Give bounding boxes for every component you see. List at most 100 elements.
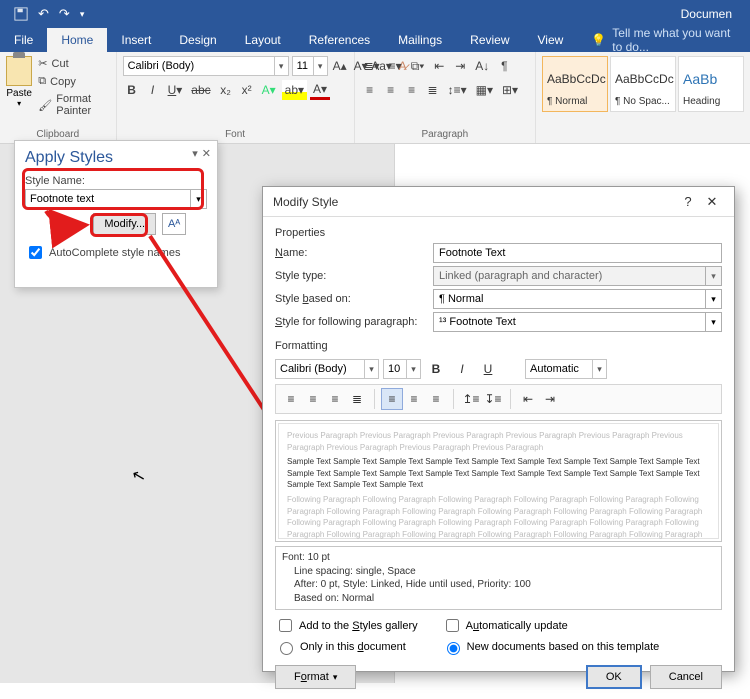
decrease-indent-button[interactable]: ⇤ [430, 56, 448, 76]
bullets-button[interactable]: ≣▾ [361, 56, 383, 76]
modify-style-dialog: Modify Style ? ✕ Properties Name: Footno… [262, 186, 735, 672]
dlg-increase-indent-button[interactable]: ⇥ [539, 388, 561, 410]
new-documents-radio[interactable]: New documents based on this template [442, 639, 660, 655]
modify-button[interactable]: Modify... [93, 213, 156, 235]
autocomplete-checkbox[interactable]: AutoComplete style names [25, 243, 207, 262]
dlg-italic-button[interactable]: I [451, 358, 473, 380]
style-description: Font: 10 pt Line spacing: single, Space … [275, 546, 722, 610]
tab-mailings[interactable]: Mailings [384, 28, 456, 52]
dlg-font-name-combo[interactable]: ▾ [275, 359, 379, 379]
highlight-button[interactable]: ab▾ [282, 80, 307, 100]
chevron-down-icon[interactable]: ▾ [364, 360, 378, 378]
dlg-font-size-combo[interactable]: ▾ [383, 359, 421, 379]
dlg-decrease-indent-button[interactable]: ⇤ [517, 388, 539, 410]
borders-button[interactable]: ⊞▾ [499, 80, 521, 100]
align-center-button[interactable]: ≡ [382, 80, 400, 100]
close-icon[interactable]: ✕ [202, 147, 211, 160]
dlg-justify-button[interactable]: ≣ [346, 388, 368, 410]
format-button[interactable]: Format ▾ [275, 665, 356, 689]
style-name-combo[interactable]: ▾ [25, 189, 207, 209]
add-to-gallery-checkbox[interactable]: Add to the Styles gallery [275, 616, 418, 635]
chevron-down-icon[interactable]: ▾ [190, 190, 206, 208]
undo-icon[interactable]: ↶ [38, 6, 49, 22]
tab-home[interactable]: Home [47, 28, 107, 52]
styles-icon: Aᴬ [168, 218, 180, 230]
shading-button[interactable]: ▦▾ [473, 80, 496, 100]
tab-design[interactable]: Design [165, 28, 230, 52]
dialog-titlebar[interactable]: Modify Style ? ✕ [263, 187, 734, 217]
chevron-down-icon[interactable]: ▾ [705, 313, 721, 331]
chevron-down-icon[interactable]: ▾ [705, 290, 721, 308]
grow-font-button[interactable]: A▴ [331, 56, 349, 76]
increase-indent-button[interactable]: ⇥ [451, 56, 469, 76]
cut-button[interactable]: ✂Cut [36, 56, 109, 71]
chevron-down-icon[interactable]: ▾ [592, 360, 606, 378]
styles-pane-icon-button[interactable]: Aᴬ [162, 213, 186, 235]
copy-button[interactable]: ⧉Copy [36, 74, 109, 89]
dlg-align-right-button[interactable]: ≡ [324, 388, 346, 410]
subscript-button[interactable]: x₂ [217, 80, 235, 100]
dlg-space-before-dec-button[interactable]: ↧≡ [482, 388, 504, 410]
underline-button[interactable]: U▾ [165, 80, 186, 100]
following-select[interactable]: ¹³ Footnote Text▾ [433, 312, 722, 332]
tab-insert[interactable]: Insert [107, 28, 165, 52]
dlg-bold-button[interactable]: B [425, 358, 447, 380]
font-size-combo[interactable]: ▾ [292, 56, 328, 76]
tab-file[interactable]: File [0, 28, 47, 52]
dlg-single-space-button[interactable]: ≡ [381, 388, 403, 410]
font-color-button[interactable]: A▾ [310, 80, 330, 100]
strikethrough-button[interactable]: abc [188, 80, 213, 100]
align-right-button[interactable]: ≡ [403, 80, 421, 100]
tab-view[interactable]: View [524, 28, 578, 52]
redo-icon[interactable]: ↷ [59, 6, 70, 22]
line-spacing-button[interactable]: ↕≡▾ [445, 80, 470, 100]
formatting-toolbar-2: ≡ ≡ ≡ ≣ ≡ ≡ ≡ ↥≡ ↧≡ ⇤ ⇥ [275, 384, 722, 414]
format-painter-button[interactable]: 🖌Format Painter [36, 92, 109, 118]
lightbulb-icon: 💡 [591, 33, 606, 47]
style-name-input[interactable] [26, 190, 190, 208]
font-name-combo[interactable]: ▾ [123, 56, 289, 76]
pane-options-icon[interactable]: ▾ [192, 147, 198, 160]
preview-previous: Previous Paragraph Previous Paragraph Pr… [287, 430, 710, 453]
chevron-down-icon[interactable]: ▾ [313, 57, 327, 75]
style-tile-heading1[interactable]: AaBb Heading [678, 56, 744, 112]
numbering-button[interactable]: ≡▾ [386, 56, 405, 76]
save-icon[interactable] [14, 7, 28, 21]
dlg-underline-button[interactable]: U [477, 358, 499, 380]
help-icon[interactable]: ? [676, 194, 700, 209]
only-this-document-radio[interactable]: Only in this document [275, 639, 418, 655]
italic-button[interactable]: I [144, 80, 162, 100]
superscript-button[interactable]: x² [238, 80, 256, 100]
style-tile-no-spacing[interactable]: AaBbCcDc ¶ No Spac... [610, 56, 676, 112]
paste-button[interactable]: Paste ▾ [6, 56, 32, 118]
text-effects-button[interactable]: A▾ [259, 80, 279, 100]
justify-button[interactable]: ≣ [424, 80, 442, 100]
dlg-font-color-combo[interactable]: ▾ [525, 359, 607, 379]
auto-update-checkbox[interactable]: Automatically update [442, 616, 660, 635]
style-tile-normal[interactable]: AaBbCcDc ¶ Normal [542, 56, 608, 112]
name-input[interactable]: Footnote Text [433, 243, 722, 263]
dlg-align-left-button[interactable]: ≡ [280, 388, 302, 410]
dlg-space-before-inc-button[interactable]: ↥≡ [460, 388, 482, 410]
bold-button[interactable]: B [123, 80, 141, 100]
dlg-double-space-button[interactable]: ≡ [425, 388, 447, 410]
tab-review[interactable]: Review [456, 28, 523, 52]
based-on-select[interactable]: ¶ Normal▾ [433, 289, 722, 309]
apply-styles-pane: ▾ ✕ Apply Styles Style Name: ▾ Reapply M… [14, 140, 218, 288]
formatting-toolbar-1: ▾ ▾ B I U ▾ [275, 358, 722, 380]
chevron-down-icon[interactable]: ▾ [274, 57, 288, 75]
align-left-button[interactable]: ≡ [361, 80, 379, 100]
dlg-align-center-button[interactable]: ≡ [302, 388, 324, 410]
tab-layout[interactable]: Layout [231, 28, 295, 52]
show-marks-button[interactable]: ¶ [495, 56, 513, 76]
close-icon[interactable]: ✕ [700, 194, 724, 210]
multilevel-list-button[interactable]: ⧉▾ [408, 56, 428, 76]
tell-me-search[interactable]: 💡 Tell me what you want to do... [577, 28, 750, 52]
dlg-1-5-space-button[interactable]: ≡ [403, 388, 425, 410]
ok-button[interactable]: OK [586, 665, 642, 689]
chevron-down-icon[interactable]: ▾ [406, 360, 420, 378]
tab-references[interactable]: References [295, 28, 384, 52]
paste-icon [6, 56, 32, 86]
cancel-button[interactable]: Cancel [650, 665, 722, 689]
sort-button[interactable]: A↓ [472, 56, 492, 76]
